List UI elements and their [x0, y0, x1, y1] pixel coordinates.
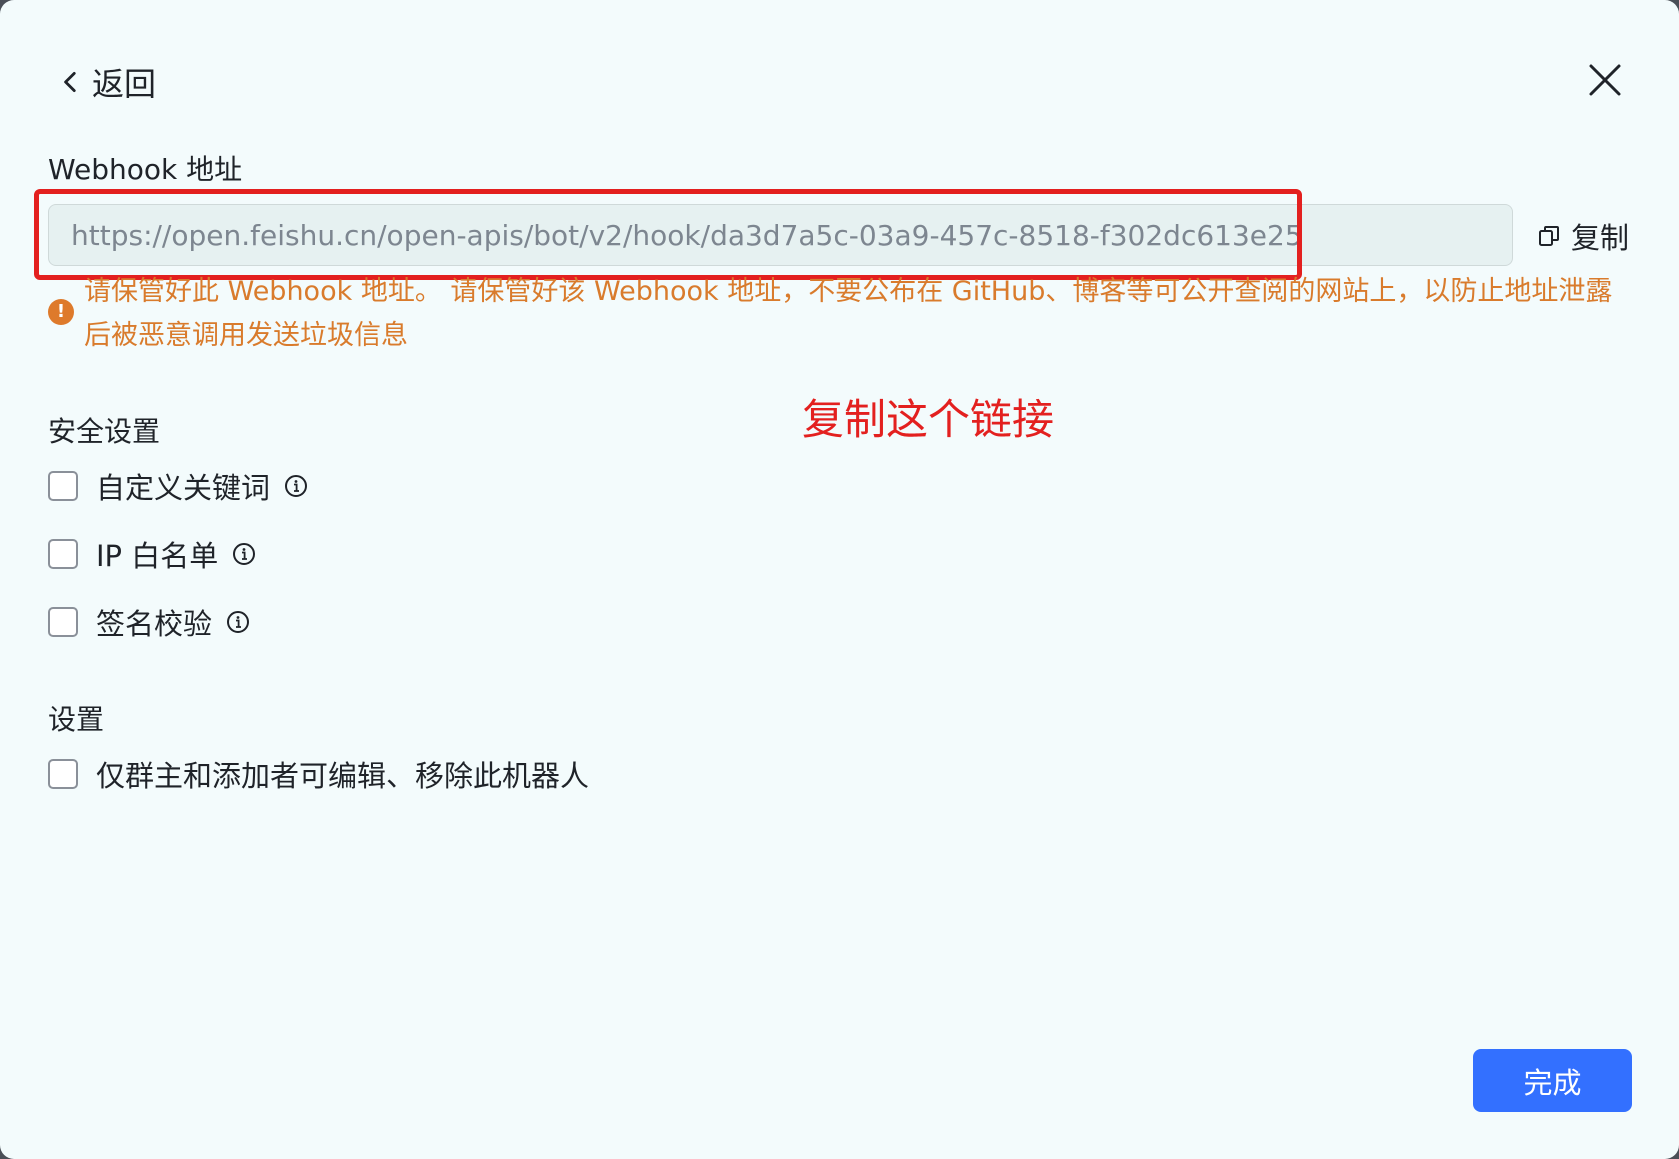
close-button[interactable]	[1585, 60, 1625, 100]
webhook-url-value: https://open.feishu.cn/open-apis/bot/v2/…	[71, 218, 1303, 252]
annotation-text: 复制这个链接	[802, 395, 1055, 444]
owner-only-checkbox[interactable]	[48, 759, 78, 789]
security-section-title: 安全设置	[48, 415, 161, 448]
keyword-label: 自定义关键词	[96, 471, 271, 505]
security-option-keyword: 自定义关键词	[48, 469, 308, 505]
ip-whitelist-label: IP 白名单	[96, 539, 219, 573]
info-icon[interactable]	[232, 542, 256, 566]
back-button[interactable]: 返回	[58, 60, 156, 104]
security-option-ip-whitelist: IP 白名单	[48, 537, 256, 573]
security-option-signature: 签名校验	[48, 605, 250, 641]
settings-section-title: 设置	[48, 703, 105, 736]
webhook-warning-text: 请保管好此 Webhook 地址。 请保管好该 Webhook 地址，不要公布在…	[84, 276, 1613, 351]
copy-button[interactable]: 复制	[1537, 216, 1629, 256]
copy-icon	[1539, 226, 1559, 246]
chevron-left-icon	[64, 71, 76, 93]
info-icon[interactable]	[284, 474, 308, 498]
keyword-checkbox[interactable]	[48, 471, 78, 501]
close-icon	[1589, 64, 1621, 96]
signature-label: 签名校验	[96, 607, 213, 641]
signature-checkbox[interactable]	[48, 607, 78, 637]
webhook-url-field[interactable]: https://open.feishu.cn/open-apis/bot/v2/…	[48, 204, 1513, 266]
webhook-label: Webhook 地址	[48, 153, 243, 186]
webhook-dialog: 返回 Webhook 地址 https://open.feishu.cn/ope…	[0, 0, 1679, 1159]
back-label: 返回	[92, 65, 157, 103]
done-button[interactable]: 完成	[1473, 1049, 1632, 1112]
done-label: 完成	[1523, 1065, 1582, 1100]
ip-whitelist-checkbox[interactable]	[48, 539, 78, 569]
copy-label: 复制	[1571, 221, 1630, 255]
settings-option-owner-only: 仅群主和添加者可编辑、移除此机器人	[48, 757, 589, 793]
owner-only-label: 仅群主和添加者可编辑、移除此机器人	[96, 759, 590, 793]
info-icon[interactable]	[226, 610, 250, 634]
warning-icon: !	[48, 299, 74, 325]
